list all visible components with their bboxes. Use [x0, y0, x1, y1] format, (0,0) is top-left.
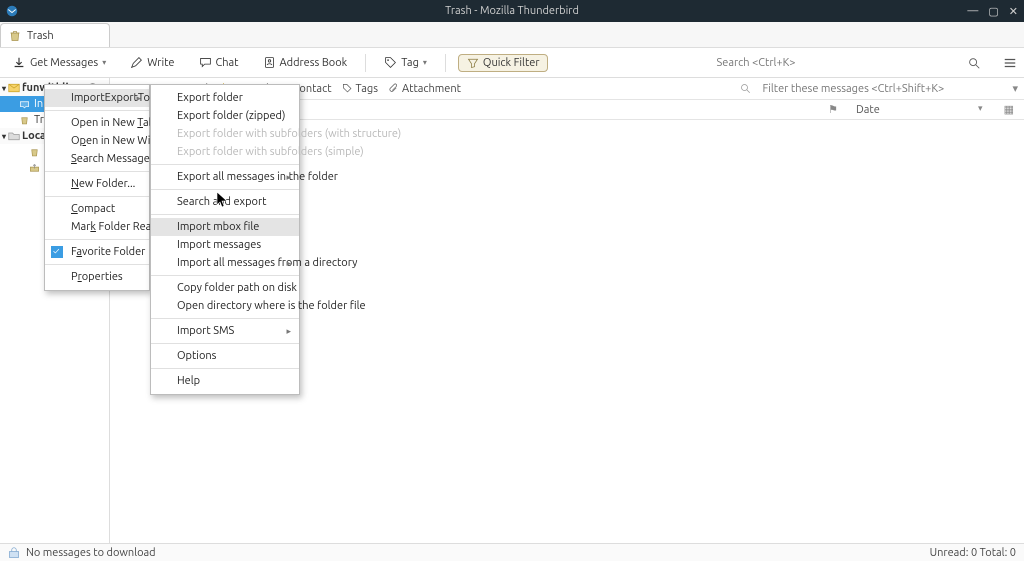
pencil-icon: [130, 56, 143, 69]
import-export-menu-item[interactable]: Open directory where is the folder file: [151, 297, 299, 315]
folder-menu-item[interactable]: Favorite Folder: [45, 243, 149, 261]
address-book-label: Address Book: [280, 57, 348, 69]
get-messages-button[interactable]: Get Messages ▾: [6, 53, 112, 73]
import-export-menu-item[interactable]: Import messages: [151, 236, 299, 254]
tag-button[interactable]: Tag ▾: [378, 53, 433, 72]
junk-column-icon[interactable]: ⚑: [828, 103, 838, 116]
chat-label: Chat: [216, 57, 239, 69]
quick-filter-button[interactable]: Quick Filter: [458, 54, 549, 72]
mail-icon: [8, 82, 20, 94]
search-input[interactable]: [566, 53, 946, 73]
toolbar-separator: [445, 54, 446, 72]
address-book-icon: [263, 56, 276, 69]
main-toolbar: Get Messages ▾ Write Chat Address Book T…: [0, 48, 1024, 78]
filter-attachment[interactable]: Attachment: [388, 83, 461, 95]
quick-filter-label: Quick Filter: [483, 57, 540, 69]
trash-icon: [9, 30, 21, 42]
column-picker-icon[interactable]: ▦: [1004, 103, 1014, 116]
hamburger-menu-icon[interactable]: [1002, 55, 1018, 71]
window-minimize-button[interactable]: —: [967, 5, 978, 18]
status-icon: [8, 547, 20, 559]
tag-icon: [384, 56, 397, 69]
folder-context-menu: ImportExportTools NG Open in New TabOpen …: [44, 84, 150, 291]
filter-tags[interactable]: Tags: [342, 83, 378, 95]
filter-attachment-label: Attachment: [402, 83, 461, 95]
import-export-menu-item[interactable]: Options: [151, 347, 299, 365]
inbox-icon: [18, 98, 30, 110]
chevron-down-icon[interactable]: ▾: [978, 103, 983, 116]
column-date[interactable]: Date: [838, 104, 978, 116]
chevron-down-icon: ▾: [423, 58, 427, 67]
import-export-menu-item: Export folder with subfolders (with stru…: [151, 125, 299, 143]
filter-icon: [467, 57, 479, 69]
tab-strip: Trash: [0, 22, 1024, 48]
import-export-menu-item[interactable]: Search and export: [151, 193, 299, 211]
expand-icon: ▾: [2, 132, 6, 141]
tag-label: Tag: [401, 57, 419, 69]
filter-tags-label: Tags: [356, 83, 378, 95]
status-bar: No messages to download Unread: 0 Total:…: [0, 543, 1024, 561]
folder-menu-item[interactable]: Search Messages...: [45, 150, 149, 168]
get-messages-label: Get Messages: [30, 57, 98, 69]
write-label: Write: [147, 57, 174, 69]
trash-icon: [18, 114, 30, 126]
folder-menu-item[interactable]: ImportExportTools NG: [45, 89, 149, 107]
folder-menu-item[interactable]: New Folder...: [45, 175, 149, 193]
global-search[interactable]: [566, 53, 946, 73]
download-icon: [12, 56, 26, 70]
import-export-menu-item[interactable]: Copy folder path on disk: [151, 279, 299, 297]
tab-label: Trash: [27, 30, 54, 42]
search-icon: [740, 83, 752, 95]
expand-icon: ▾: [2, 84, 6, 93]
folder-menu-item[interactable]: Mark Folder Read: [45, 218, 149, 236]
filter-messages-input[interactable]: [762, 83, 1002, 95]
import-export-menu-item[interactable]: Export folder: [151, 89, 299, 107]
chat-icon: [199, 56, 212, 69]
folder-menu-item[interactable]: Compact: [45, 200, 149, 218]
import-export-menu-item: Export folder with subfolders (simple): [151, 143, 299, 161]
address-book-button[interactable]: Address Book: [257, 53, 354, 72]
status-counts: Unread: 0 Total: 0: [930, 547, 1016, 559]
folder-menu-item[interactable]: Open in New Window: [45, 132, 149, 150]
search-icon[interactable]: [966, 55, 982, 71]
import-export-menu-item[interactable]: Export all messages in the folder: [151, 168, 299, 186]
outbox-icon: [28, 162, 40, 174]
status-text: No messages to download: [26, 547, 156, 559]
chat-button[interactable]: Chat: [193, 53, 245, 72]
write-button[interactable]: Write: [124, 53, 180, 72]
import-export-menu-item[interactable]: Import mbox file: [151, 218, 299, 236]
folder-icon: [8, 130, 20, 142]
import-export-menu-item[interactable]: Import all messages from a directory: [151, 254, 299, 272]
window-titlebar: Trash - Mozilla Thunderbird — ▢ ✕: [0, 0, 1024, 22]
import-export-menu-item[interactable]: Export folder (zipped): [151, 107, 299, 125]
tab-trash[interactable]: Trash: [0, 23, 110, 47]
window-title: Trash - Mozilla Thunderbird: [445, 5, 579, 17]
folder-menu-item[interactable]: Properties: [45, 268, 149, 286]
window-close-button[interactable]: ✕: [1009, 5, 1018, 18]
toolbar-separator: [365, 54, 366, 72]
chevron-down-icon: ▾: [102, 58, 106, 67]
import-export-submenu: Export folderExport folder (zipped)Expor…: [150, 84, 300, 395]
folder-menu-item[interactable]: Open in New Tab: [45, 114, 149, 132]
trash-icon: [28, 146, 40, 158]
import-export-menu-item[interactable]: Help: [151, 372, 299, 390]
window-maximize-button[interactable]: ▢: [988, 5, 998, 18]
import-export-menu-item[interactable]: Import SMS: [151, 322, 299, 340]
app-icon: [6, 5, 18, 17]
chevron-down-icon[interactable]: ▾: [1012, 82, 1018, 95]
